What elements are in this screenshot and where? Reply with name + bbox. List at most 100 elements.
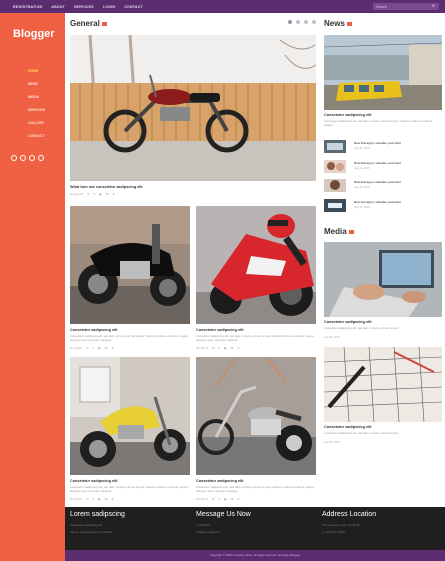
general-heading: General — [70, 19, 107, 28]
media-image[interactable] — [324, 242, 442, 317]
media-heading: Media — [324, 227, 354, 236]
top-navigation-bar: REGISTRATION ABOUT SERVICES LOGIN CONTAC… — [0, 0, 445, 13]
share-icon[interactable]: ● — [237, 497, 239, 501]
general-section: General What turn out consetetur sadipsc… — [65, 13, 322, 507]
share-icon[interactable]: ● — [113, 192, 115, 196]
side-menu: HOME NEWS MEDIA SERVICES GALLERY CONTACT — [28, 69, 45, 147]
post-title[interactable]: Consetetur sadipscing elit — [70, 479, 117, 483]
footer-phone[interactable]: +1 234 567 — [196, 523, 210, 527]
nav-contact[interactable]: CONTACT — [124, 5, 143, 9]
comment-count: 0 — [92, 497, 94, 501]
post-image[interactable] — [196, 206, 316, 324]
news-thumb[interactable] — [324, 199, 346, 212]
view-icon: ◉ — [97, 497, 101, 501]
menu-item-contact[interactable]: CONTACT — [28, 134, 45, 138]
section-badge-icon — [348, 229, 354, 234]
post-date: On Jul 27 — [70, 497, 82, 501]
pinterest-icon[interactable] — [38, 155, 44, 161]
news-item-title[interactable]: Now that app is simulate your lister — [354, 180, 401, 184]
facebook-icon[interactable] — [11, 155, 17, 161]
share-icon[interactable]: ● — [111, 497, 113, 501]
nav-about[interactable]: ABOUT — [51, 5, 65, 9]
post-date: On Aug 27 — [70, 192, 84, 196]
post-meta: On Jul 27 ✉ 0 ◉ 36 ● — [196, 497, 239, 501]
nav-registration[interactable]: REGISTRATION — [13, 5, 42, 9]
copyright-bar: Copyright © 2015 Company name. All right… — [65, 550, 445, 561]
menu-item-gallery[interactable]: GALLERY — [28, 121, 45, 125]
comment-icon: ✉ — [85, 497, 89, 501]
featured-image[interactable] — [70, 35, 316, 181]
news-lead-title[interactable]: Consetetur sadipscing elit — [324, 113, 371, 117]
view-count: 36 — [105, 192, 109, 196]
comment-icon: ✉ — [85, 346, 89, 350]
comment-count: 0 — [218, 346, 220, 350]
media-excerpt: Consetetur sadipscing elit, sed diam non… — [324, 326, 400, 330]
media-excerpt: Consetetur sadipscing elit, sed diam non… — [324, 431, 400, 435]
post-date: On Jul 27 — [196, 497, 208, 501]
slider-dot[interactable] — [288, 20, 292, 24]
news-item-title[interactable]: Now that app is simulate your lister — [354, 200, 401, 204]
twitter-icon[interactable] — [20, 155, 26, 161]
featured-meta: On Aug 27 ✉ 0 ◉ 36 ● — [70, 192, 114, 196]
post-excerpt: Consetetur sadipscing elit, sed diam non… — [196, 334, 314, 342]
footer-col1-title: Lorem sadipscing — [70, 511, 125, 518]
news-lead-image[interactable] — [324, 35, 442, 110]
nav-services[interactable]: SERVICES — [74, 5, 94, 9]
footer-col1-line: Sed do eiusmod tempor incididunt — [70, 530, 113, 534]
comment-count: 0 — [93, 192, 96, 196]
media-date: Aug 12, 2015 — [324, 441, 340, 444]
news-thumb[interactable] — [324, 179, 346, 192]
post-image[interactable] — [196, 357, 316, 475]
search-box: ⌕ — [373, 3, 439, 10]
post-title[interactable]: Consetetur sadipscing elit — [70, 328, 117, 332]
footer-col3-title: Address Location — [322, 511, 377, 518]
news-item-title[interactable]: Now that app is simulate your lister — [354, 161, 401, 165]
comment-icon: ✉ — [211, 497, 215, 501]
menu-item-services[interactable]: SERVICES — [28, 108, 45, 112]
menu-item-media[interactable]: MEDIA — [28, 95, 45, 99]
slider-dot[interactable] — [304, 20, 308, 24]
featured-post-title[interactable]: What turn out consetetur sadipscing elit — [70, 185, 143, 189]
media-image[interactable] — [324, 347, 442, 422]
section-badge-icon — [346, 21, 352, 26]
comment-count: 0 — [92, 346, 94, 350]
footer: Lorem sadipscing Consetetur sadipscing e… — [65, 507, 445, 550]
menu-item-home[interactable]: HOME — [28, 69, 45, 73]
footer-contact-phone: +1 (234) 567 8901 — [322, 530, 345, 534]
post-excerpt: Consetetur sadipscing elit, sed diam non… — [196, 485, 314, 493]
media-title[interactable]: Consetetur sadipscing elit — [324, 425, 371, 429]
news-lead-excerpt: Consetetur sadipscing elit, sed diam non… — [324, 119, 433, 127]
view-count: 36 — [230, 497, 234, 501]
media-title[interactable]: Consetetur sadipscing elit — [324, 320, 371, 324]
news-item-date: Aug 12, 2015 — [354, 186, 370, 189]
news-thumb[interactable] — [324, 160, 346, 173]
news-thumb[interactable] — [324, 140, 346, 153]
google-plus-icon[interactable] — [29, 155, 35, 161]
nav-login[interactable]: LOGIN — [103, 5, 115, 9]
section-badge-icon — [101, 21, 107, 26]
post-image[interactable] — [70, 206, 190, 324]
slider-dots — [288, 20, 316, 24]
slider-dot[interactable] — [296, 20, 300, 24]
search-input[interactable] — [376, 4, 432, 9]
site-logo[interactable]: Blogger — [13, 28, 55, 40]
view-icon: ◉ — [223, 497, 227, 501]
share-icon[interactable]: ● — [237, 346, 239, 350]
top-nav: REGISTRATION ABOUT SERVICES LOGIN CONTAC… — [0, 5, 143, 9]
news-item-date: Aug 12, 2015 — [354, 167, 370, 170]
post-title[interactable]: Consetetur sadipscing elit — [196, 479, 243, 483]
right-column: News Consetetur sadipscing elit Consetet… — [322, 13, 445, 507]
post-title[interactable]: Consetetur sadipscing elit — [196, 328, 243, 332]
footer-email[interactable]: mail@example.com — [196, 530, 221, 534]
post-image[interactable] — [70, 357, 190, 475]
news-item-title[interactable]: Now that app is simulate your lister — [354, 141, 401, 145]
search-icon[interactable]: ⌕ — [432, 4, 435, 9]
post-excerpt: Consetetur sadipscing elit, sed diam non… — [70, 334, 188, 342]
menu-item-news[interactable]: NEWS — [28, 82, 45, 86]
view-icon: ◉ — [99, 192, 102, 196]
comment-count: 0 — [218, 497, 220, 501]
footer-col1-line: Consetetur sadipscing elit — [70, 523, 103, 527]
post-date: On Jul 27 — [196, 346, 208, 350]
share-icon[interactable]: ● — [111, 346, 113, 350]
slider-dot[interactable] — [312, 20, 316, 24]
